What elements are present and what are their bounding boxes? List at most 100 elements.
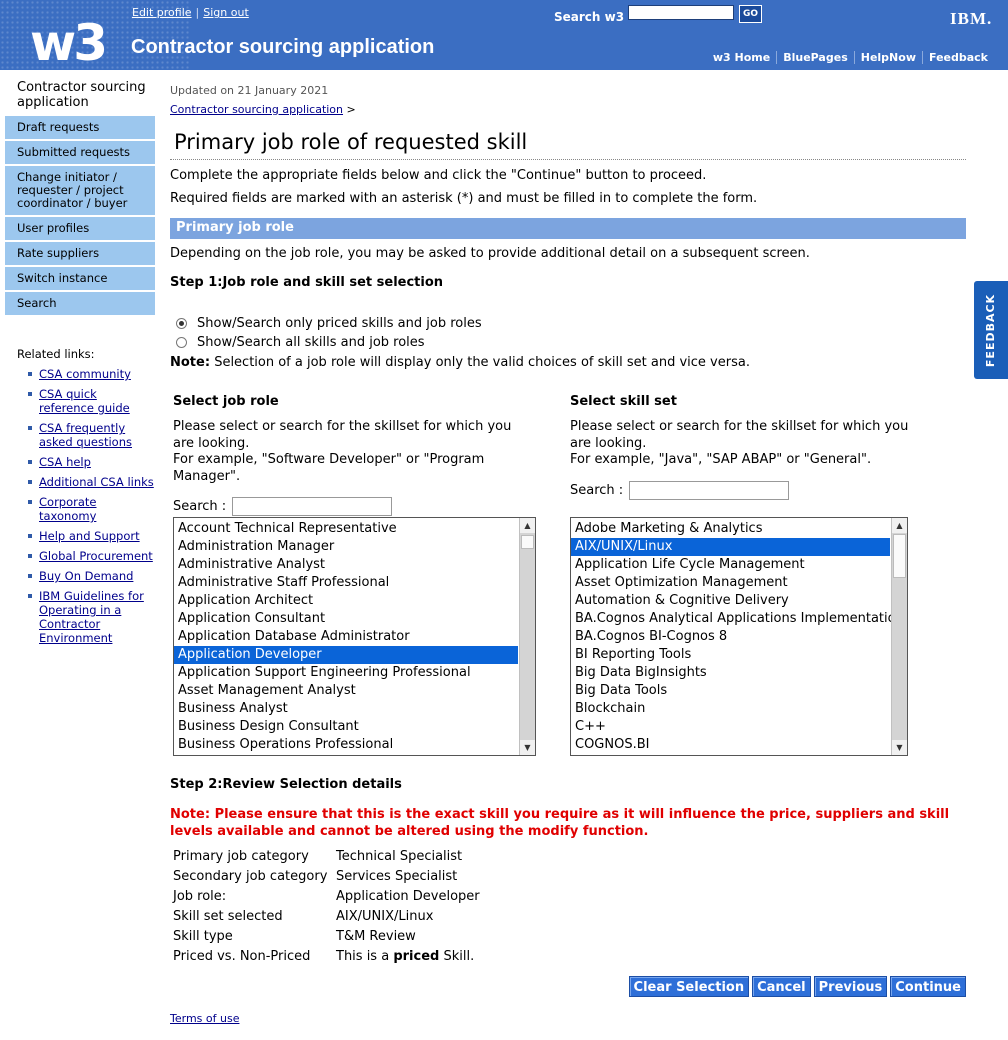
job-role-description: Please select or search for the skillset… xyxy=(173,419,529,485)
list-item: Additional CSA links xyxy=(28,475,155,489)
instructions: Complete the appropriate fields below an… xyxy=(170,164,966,210)
radio-label: Show/Search only priced skills and job r… xyxy=(197,316,482,331)
job-role-option[interactable]: Application Architect xyxy=(174,592,518,610)
skill-set-desc-text: Please select or search for the skillset… xyxy=(570,419,909,451)
masthead: w3 Edit profile | Sign out Contractor sour… xyxy=(0,0,1008,70)
job-role-search: Search : xyxy=(173,497,539,516)
priced-pre: This is a xyxy=(336,949,390,964)
job-role-option[interactable]: Administration Manager xyxy=(174,538,518,556)
skill-set-option[interactable]: BA.Cognos BI-Cognos 8 xyxy=(571,628,890,646)
scroll-down-icon[interactable]: ▼ xyxy=(520,740,535,755)
skill-set-option[interactable]: BA.Cognos Analytical Applications Implem… xyxy=(571,610,904,628)
skill-set-option[interactable]: Adobe Marketing & Analytics xyxy=(571,520,890,538)
search-w3-input[interactable] xyxy=(628,5,734,20)
list-item: CSA community xyxy=(28,367,155,381)
nav-helpnow[interactable]: HelpNow xyxy=(853,51,922,64)
list-item: CSA help xyxy=(28,455,155,469)
section-description: Depending on the job role, you may be as… xyxy=(170,246,810,261)
previous-button[interactable]: Previous xyxy=(813,976,888,997)
nav-feedback[interactable]: Feedback xyxy=(922,51,994,64)
related-link-global-procurement[interactable]: Global Procurement xyxy=(39,549,153,563)
related-link-buy-on-demand[interactable]: Buy On Demand xyxy=(39,569,133,583)
related-link-ibm-guidelines[interactable]: IBM Guidelines for Operating in a Contra… xyxy=(39,589,144,645)
skill-set-option[interactable]: Big Data Tools xyxy=(571,682,890,700)
job-role-option[interactable]: Administrative Staff Professional xyxy=(174,574,518,592)
scroll-up-icon[interactable]: ▲ xyxy=(892,518,907,533)
left-nav: Contractor sourcing application Draft re… xyxy=(5,80,155,651)
job-role-option[interactable]: Business Analyst xyxy=(174,700,518,718)
job-role-option[interactable]: Application Consultant xyxy=(174,610,518,628)
job-role-listbox[interactable]: Account Technical Representative Administ… xyxy=(173,517,536,756)
left-nav-title[interactable]: Contractor sourcing application xyxy=(5,80,155,110)
skill-set-option[interactable]: BI Reporting Tools xyxy=(571,646,890,664)
job-role-option[interactable]: Business Operations Professional xyxy=(174,736,518,754)
cancel-button[interactable]: Cancel xyxy=(752,976,811,997)
feedback-tab[interactable]: FEEDBACK xyxy=(974,281,1008,379)
detail-label: Priced vs. Non-Priced xyxy=(173,949,311,964)
breadcrumb: Contractor sourcing application > xyxy=(170,103,966,116)
action-buttons: Clear Selection Cancel Previous Continue xyxy=(628,976,966,997)
priced-post: Skill. xyxy=(443,949,475,964)
continue-button[interactable]: Continue xyxy=(890,976,966,997)
job-role-option[interactable]: Application Support Engineering Professi… xyxy=(174,664,518,682)
related-links-title: Related links: xyxy=(17,347,95,361)
terms-of-use-link[interactable]: Terms of use xyxy=(170,1012,239,1025)
related-link-quick-reference[interactable]: CSA quick reference guide xyxy=(39,387,130,415)
sign-out-link[interactable]: Sign out xyxy=(203,6,249,19)
job-role-option[interactable]: Business Design Consultant xyxy=(174,718,518,736)
job-role-option[interactable]: Account Technical Representative xyxy=(174,520,518,538)
clear-selection-button[interactable]: Clear Selection xyxy=(628,976,750,997)
skill-set-option[interactable]: COGNOS.BI xyxy=(571,736,890,754)
main-content: Updated on 21 January 2021 Contractor so… xyxy=(170,84,966,1025)
scroll-thumb[interactable] xyxy=(893,534,906,578)
sidebar-item-search[interactable]: Search xyxy=(5,292,155,317)
skill-set-option[interactable]: C++ xyxy=(571,718,890,736)
sidebar-item-user-profiles[interactable]: User profiles xyxy=(5,217,155,242)
job-role-option[interactable]: Administrative Analyst xyxy=(174,556,518,574)
skill-set-option[interactable]: Automation & Cognitive Delivery xyxy=(571,592,890,610)
scroll-thumb[interactable] xyxy=(521,535,534,549)
w3-logo[interactable]: w3 xyxy=(30,18,108,68)
job-role-column: Select job role Please select or search … xyxy=(173,394,539,756)
skill-set-option[interactable]: Blockchain xyxy=(571,700,890,718)
radio-button[interactable] xyxy=(176,337,187,348)
edit-profile-link[interactable]: Edit profile xyxy=(132,6,192,19)
sidebar-item-switch-instance[interactable]: Switch instance xyxy=(5,267,155,292)
job-role-option[interactable]: Application Database Administrator xyxy=(174,628,518,646)
sidebar-item-submitted-requests[interactable]: Submitted requests xyxy=(5,141,155,166)
skill-set-option[interactable]: Asset Optimization Management xyxy=(571,574,890,592)
skill-set-example: For example, "Java", "SAP ABAP" or "Gene… xyxy=(570,452,872,467)
scroll-up-icon[interactable]: ▲ xyxy=(520,518,535,533)
job-role-search-label: Search : xyxy=(173,499,227,514)
related-link-help-support[interactable]: Help and Support xyxy=(39,529,140,543)
skill-set-option[interactable]: Big Data BigInsights xyxy=(571,664,890,682)
sidebar-item-draft-requests[interactable]: Draft requests xyxy=(5,116,155,141)
related-link-additional-links[interactable]: Additional CSA links xyxy=(39,475,154,489)
skill-set-option[interactable]: AIX/UNIX/Linux xyxy=(571,538,890,556)
job-role-option[interactable]: Asset Management Analyst xyxy=(174,682,518,700)
radio-option-priced[interactable]: Show/Search only priced skills and job r… xyxy=(170,314,966,333)
skill-set-option[interactable]: Application Life Cycle Management xyxy=(571,556,890,574)
search-go-button[interactable]: GO xyxy=(739,5,762,23)
radio-button-checked[interactable] xyxy=(176,318,187,329)
radio-option-all[interactable]: Show/Search all skills and job roles xyxy=(170,333,966,352)
list-item: Global Procurement xyxy=(28,549,155,563)
related-link-csa-community[interactable]: CSA community xyxy=(39,367,131,381)
skill-set-listbox[interactable]: Adobe Marketing & Analytics AIX/UNIX/Linu… xyxy=(570,517,908,756)
sidebar-item-rate-suppliers[interactable]: Rate suppliers xyxy=(5,242,155,267)
job-role-scrollbar[interactable]: ▲ ▼ xyxy=(519,518,535,755)
skill-set-scrollbar[interactable]: ▲ ▼ xyxy=(891,518,907,755)
job-role-search-input[interactable] xyxy=(232,497,393,516)
breadcrumb-link[interactable]: Contractor sourcing application xyxy=(170,103,343,116)
sidebar-item-change-initiator[interactable]: Change initiator / requester / project c… xyxy=(5,166,155,217)
job-role-option[interactable]: Application Developer xyxy=(174,646,518,664)
scroll-down-icon[interactable]: ▼ xyxy=(892,740,907,755)
related-link-faq[interactable]: CSA frequently asked questions xyxy=(39,421,132,449)
skill-set-search: Search : xyxy=(570,480,936,500)
related-link-csa-help[interactable]: CSA help xyxy=(39,455,91,469)
related-links-list: CSA community CSA quick reference guide … xyxy=(17,367,155,645)
nav-bluepages[interactable]: BluePages xyxy=(776,51,854,64)
skill-set-search-input[interactable] xyxy=(629,480,790,500)
related-link-corporate-taxonomy[interactable]: Corporate taxonomy xyxy=(39,495,97,523)
nav-w3-home[interactable]: w3 Home xyxy=(707,51,776,64)
